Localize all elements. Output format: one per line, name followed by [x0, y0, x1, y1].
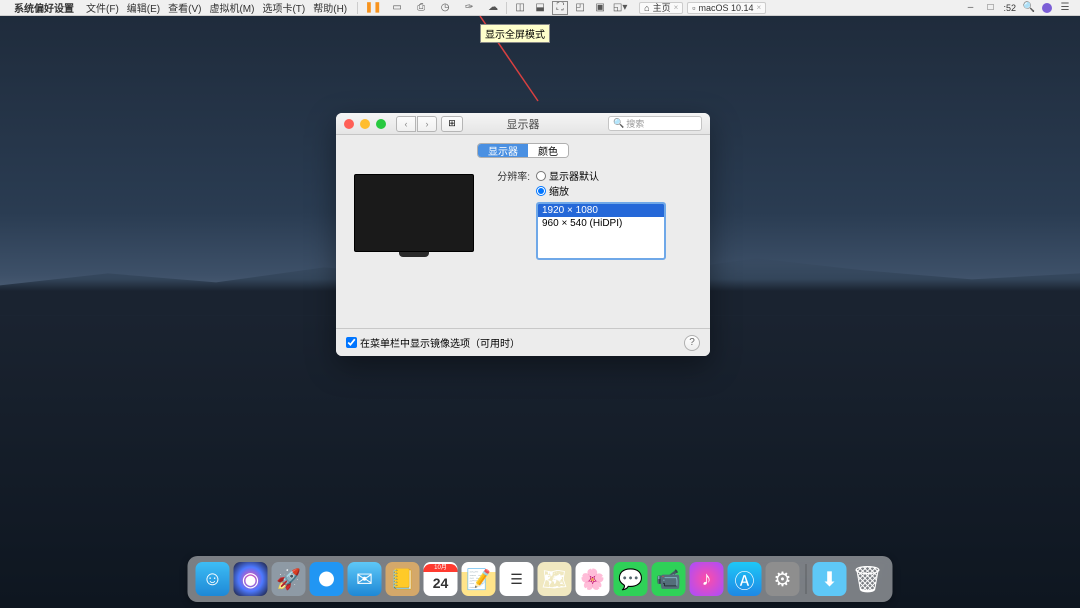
dock: ☺ ◉ 🚀 ✦ ✉ 📒 10月 24 📝 ☰ 🗺 🌸 💬 📹 ♪ Ⓐ ⚙ ⬇ 🗑 [188, 556, 893, 602]
dock-photos[interactable]: 🌸 [576, 562, 610, 596]
forward-button[interactable]: › [417, 116, 437, 132]
link-icon[interactable]: ✑ [462, 2, 476, 14]
mirror-checkbox-label: 在菜单栏中显示镜像选项（可用时） [360, 335, 520, 350]
dock-mail[interactable]: ✉ [348, 562, 382, 596]
dock-messages[interactable]: 💬 [614, 562, 648, 596]
clock-icon[interactable]: ◷ [438, 2, 452, 14]
tab-home[interactable]: ⌂ 主页 × [639, 2, 683, 14]
clock-text: :52 [1003, 3, 1016, 13]
vm-toolbar: 系统偏好设置 文件(F) 编辑(E) 查看(V) 虚拟机(M) 选项卡(T) 帮… [0, 0, 1080, 16]
help-button[interactable]: ? [684, 335, 700, 351]
dock-contacts[interactable]: 📒 [386, 562, 420, 596]
sidebar-bottom-icon[interactable]: ⬓ [533, 2, 547, 14]
menu-file[interactable]: 文件(F) [86, 0, 119, 15]
fit-icon[interactable]: ◱▾ [613, 2, 627, 14]
fullscreen-tooltip: 显示全屏模式 [480, 24, 550, 43]
tab-color[interactable]: 颜色 [528, 144, 568, 157]
dock-itunes[interactable]: ♪ [690, 562, 724, 596]
fullscreen-icon[interactable]: ⛶ [553, 2, 567, 14]
dock-trash[interactable]: 🗑 [851, 562, 885, 596]
menu-help[interactable]: 帮助(H) [313, 0, 347, 15]
notification-dot-icon[interactable] [1042, 3, 1052, 13]
dock-appstore[interactable]: Ⓐ [728, 562, 762, 596]
tab-macos[interactable]: ▫ macOS 10.14 × [687, 2, 766, 14]
menu-view[interactable]: 查看(V) [168, 0, 201, 15]
list-icon[interactable]: ☰ [1058, 2, 1072, 14]
system-preferences-window: ‹ › ⊞ 显示器 🔍 搜索 显示器 颜色 分辨率: 显示器默认 缩放 1920… [336, 113, 710, 356]
tab-display[interactable]: 显示器 [478, 144, 528, 157]
tab-segmented-control: 显示器 颜色 [477, 143, 569, 158]
resolution-option[interactable]: 1920 × 1080 [538, 204, 664, 217]
close-icon[interactable]: × [757, 3, 762, 12]
menu-tabs[interactable]: 选项卡(T) [262, 0, 305, 15]
mirror-checkbox[interactable] [346, 337, 357, 348]
back-button[interactable]: ‹ [396, 116, 416, 132]
search-icon[interactable]: 🔍 [1022, 2, 1036, 14]
cloud-icon[interactable]: ☁ [486, 2, 500, 14]
dock-safari[interactable]: ✦ [310, 562, 344, 596]
show-all-button[interactable]: ⊞ [441, 116, 463, 132]
menu-bar: 文件(F) 编辑(E) 查看(V) 虚拟机(M) 选项卡(T) 帮助(H) [80, 0, 353, 15]
dock-calendar[interactable]: 10月 24 [424, 562, 458, 596]
radio-default[interactable]: 显示器默认 [536, 168, 666, 183]
dock-maps[interactable]: 🗺 [538, 562, 572, 596]
dock-system-preferences[interactable]: ⚙ [766, 562, 800, 596]
minimize-window-icon[interactable] [360, 119, 370, 129]
maximize-box-icon[interactable]: □ [983, 2, 997, 14]
printer-icon[interactable]: ⎙ [414, 2, 428, 14]
menu-edit[interactable]: 编辑(E) [127, 0, 160, 15]
close-window-icon[interactable] [344, 119, 354, 129]
window-title: 显示器 [507, 116, 540, 132]
dock-separator [806, 564, 807, 594]
resolution-option[interactable]: 960 × 540 (HiDPI) [538, 217, 664, 230]
monitor-preview-icon [354, 174, 474, 252]
app-name[interactable]: 系统偏好设置 [14, 0, 74, 15]
dock-launchpad[interactable]: 🚀 [272, 562, 306, 596]
menu-vm[interactable]: 虚拟机(M) [209, 0, 254, 15]
radio-scaled[interactable]: 缩放 [536, 183, 666, 198]
resolution-label: 分辨率: [488, 168, 530, 183]
dock-siri[interactable]: ◉ [234, 562, 268, 596]
close-icon[interactable]: × [674, 3, 679, 12]
unity-icon[interactable]: ◰ [573, 2, 587, 14]
resolution-list: 1920 × 1080 960 × 540 (HiDPI) [536, 202, 666, 260]
dock-reminders[interactable]: ☰ [500, 562, 534, 596]
dock-facetime[interactable]: 📹 [652, 562, 686, 596]
dock-notes[interactable]: 📝 [462, 562, 496, 596]
window-titlebar[interactable]: ‹ › ⊞ 显示器 🔍 搜索 [336, 113, 710, 135]
dock-downloads[interactable]: ⬇ [813, 562, 847, 596]
window-icon[interactable]: ▣ [593, 2, 607, 14]
maximize-window-icon[interactable] [376, 119, 386, 129]
search-input[interactable]: 🔍 搜索 [608, 116, 702, 131]
pause-icon[interactable]: ❚❚ [366, 2, 380, 14]
dock-finder[interactable]: ☺ [196, 562, 230, 596]
snapshot-icon[interactable]: ▭ [390, 2, 404, 14]
sidebar-left-icon[interactable]: ◫ [513, 2, 527, 14]
minimize-icon[interactable]: – [963, 2, 977, 14]
